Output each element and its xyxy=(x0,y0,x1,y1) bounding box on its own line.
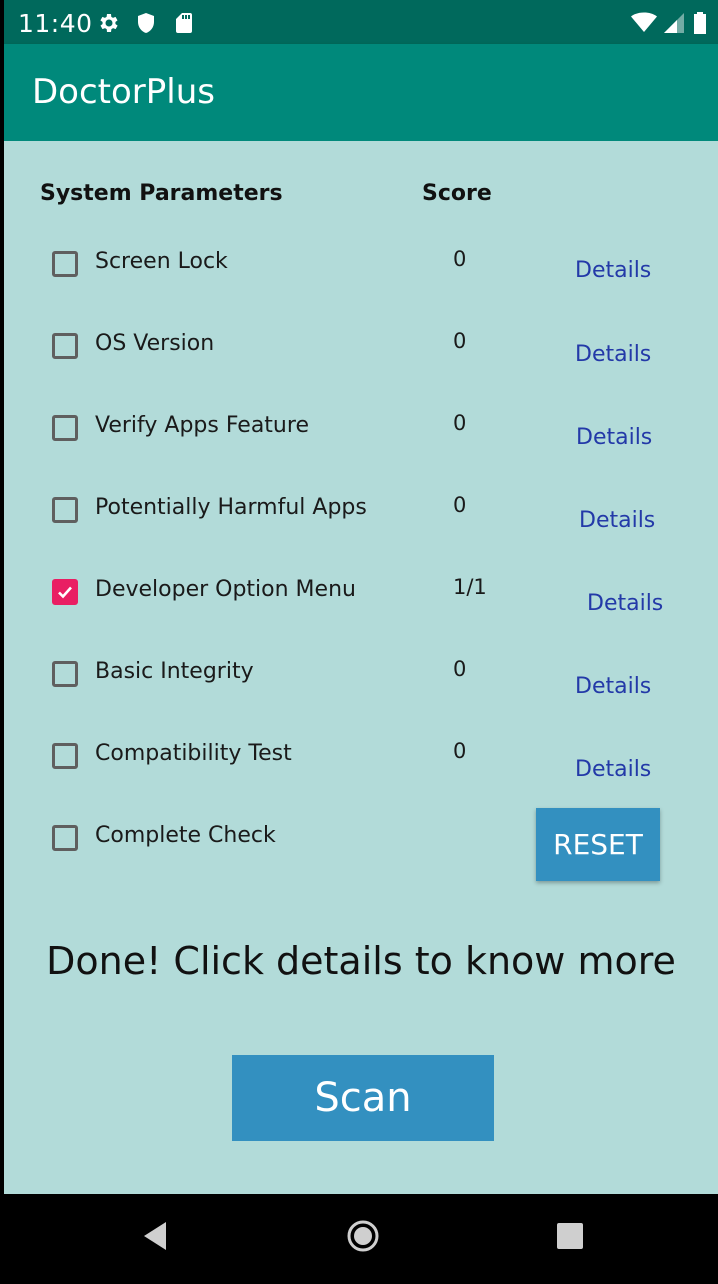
param-label-harmful-apps: Potentially Harmful Apps xyxy=(95,495,367,520)
wifi-icon xyxy=(631,12,657,32)
app-bar: DoctorPlus xyxy=(4,44,718,141)
details-link-screen-lock[interactable]: Details xyxy=(575,258,651,283)
checkmark-icon xyxy=(58,586,72,599)
param-label-basic-integrity: Basic Integrity xyxy=(95,659,254,684)
details-link-harmful-apps[interactable]: Details xyxy=(579,508,655,533)
home-icon[interactable] xyxy=(346,1219,380,1253)
main-content: System Parameters Score Screen Lock 0 De… xyxy=(4,141,718,1194)
param-label-os-version: OS Version xyxy=(95,331,215,356)
param-label-verify-apps: Verify Apps Feature xyxy=(95,413,309,438)
checkbox-screen-lock[interactable] xyxy=(52,251,78,277)
param-row-screen-lock: Screen Lock 0 Details xyxy=(4,247,718,311)
checkbox-os-version[interactable] xyxy=(52,333,78,359)
details-link-basic-integrity[interactable]: Details xyxy=(575,674,651,699)
header-score: Score xyxy=(422,181,492,206)
gear-icon xyxy=(100,14,118,32)
score-screen-lock: 0 xyxy=(453,247,467,271)
navigation-bar xyxy=(0,1194,718,1284)
shield-icon xyxy=(138,13,154,33)
app-title: DoctorPlus xyxy=(32,72,215,112)
sd-card-icon xyxy=(176,13,192,33)
param-label-compatibility-test: Compatibility Test xyxy=(95,741,292,766)
status-time: 11:40 xyxy=(18,9,93,38)
checkbox-verify-apps[interactable] xyxy=(52,415,78,441)
param-row-basic-integrity: Basic Integrity 0 Details xyxy=(4,657,718,721)
param-row-harmful-apps: Potentially Harmful Apps 0 Details xyxy=(4,493,718,557)
score-basic-integrity: 0 xyxy=(453,657,467,681)
details-link-verify-apps[interactable]: Details xyxy=(576,425,652,450)
battery-icon xyxy=(694,12,706,34)
score-developer-option: 1/1 xyxy=(453,575,487,599)
checkbox-harmful-apps[interactable] xyxy=(52,497,78,523)
checkbox-developer-option[interactable] xyxy=(52,579,78,605)
param-label-screen-lock: Screen Lock xyxy=(95,249,228,274)
checkbox-complete-check[interactable] xyxy=(52,825,78,851)
details-link-developer-option[interactable]: Details xyxy=(587,591,663,616)
signal-icon xyxy=(664,13,684,33)
score-compatibility-test: 0 xyxy=(453,739,467,763)
param-row-developer-option: Developer Option Menu 1/1 Details xyxy=(4,575,718,639)
param-row-verify-apps: Verify Apps Feature 0 Details xyxy=(4,411,718,475)
checkbox-compatibility-test[interactable] xyxy=(52,743,78,769)
score-verify-apps: 0 xyxy=(453,411,467,435)
recents-icon[interactable] xyxy=(556,1222,584,1250)
score-os-version: 0 xyxy=(453,329,467,353)
param-row-compatibility-test: Compatibility Test 0 Details xyxy=(4,739,718,803)
scan-button[interactable]: Scan xyxy=(232,1055,494,1141)
details-link-compatibility-test[interactable]: Details xyxy=(575,757,651,782)
param-label-complete-check: Complete Check xyxy=(95,823,276,848)
reset-button[interactable]: RESET xyxy=(536,808,660,881)
back-icon[interactable] xyxy=(140,1219,170,1253)
param-row-os-version: OS Version 0 Details xyxy=(4,329,718,393)
param-label-developer-option: Developer Option Menu xyxy=(95,577,356,602)
status-bar: 11:40 xyxy=(4,0,718,44)
status-message: Done! Click details to know more xyxy=(46,939,676,983)
score-harmful-apps: 0 xyxy=(453,493,467,517)
header-system-parameters: System Parameters xyxy=(40,181,283,206)
checkbox-basic-integrity[interactable] xyxy=(52,661,78,687)
details-link-os-version[interactable]: Details xyxy=(575,342,651,367)
